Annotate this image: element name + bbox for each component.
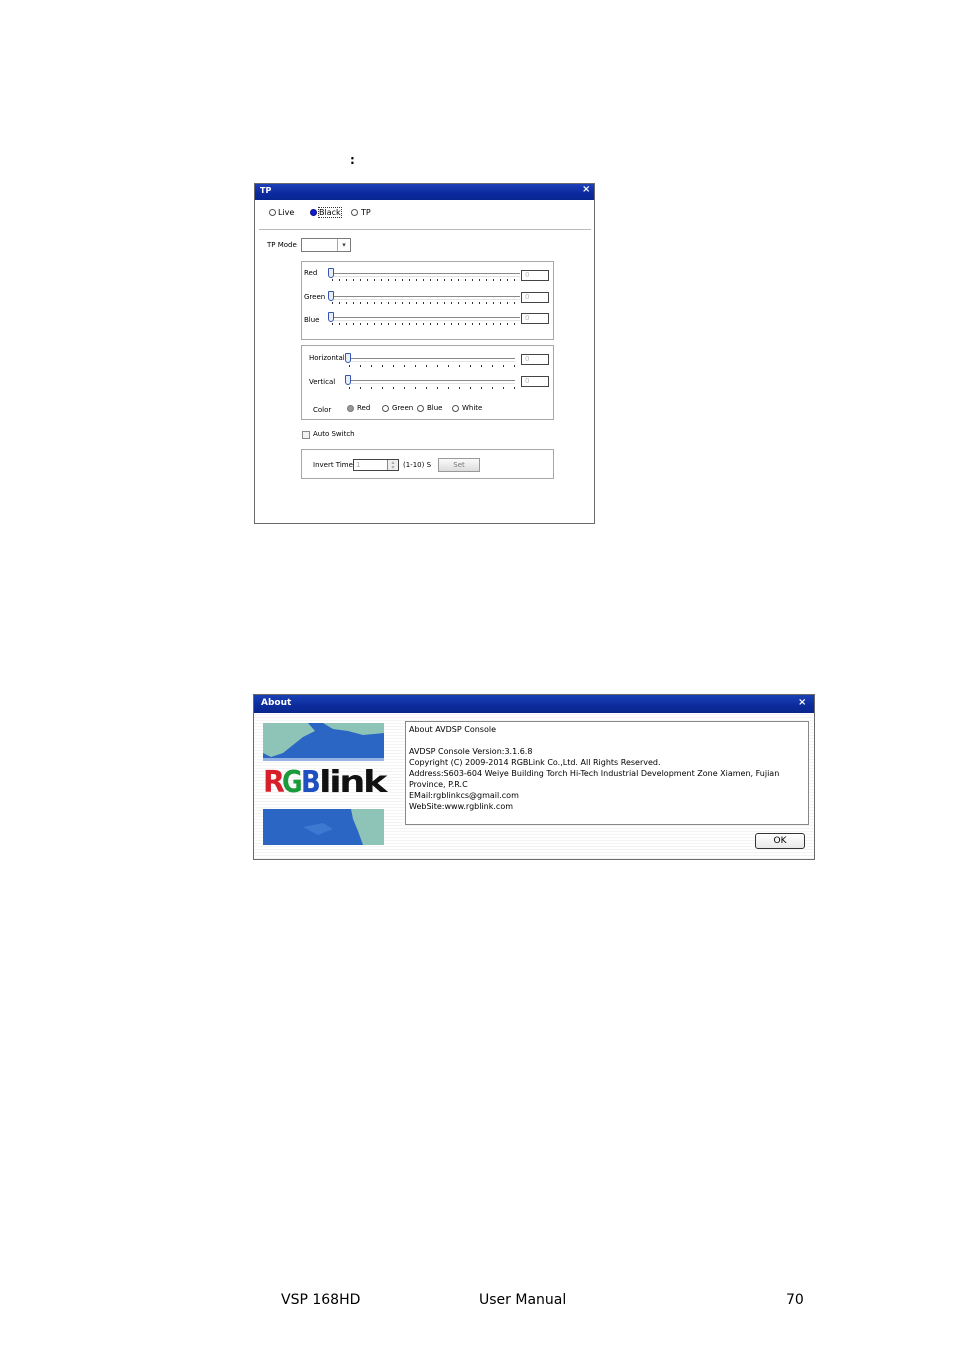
red-slider-track [330, 273, 520, 277]
color-label: Color [313, 406, 332, 414]
blue-value[interactable]: 0 [521, 313, 549, 324]
color-radio-red[interactable] [347, 405, 354, 412]
blue-slider-thumb[interactable] [328, 312, 334, 322]
color-radio-white[interactable] [452, 405, 459, 412]
green-label: Green [304, 293, 326, 301]
about-line: Province, P.R.C [409, 780, 468, 789]
world-map-top-image [263, 723, 384, 761]
about-line: WebSite:www.rgblink.com [409, 802, 514, 811]
about-line: AVDSP Console Version:3.1.6.8 [409, 747, 533, 756]
tp-mode-select[interactable]: ▾ [301, 238, 351, 252]
red-slider-ticks [332, 279, 520, 281]
about-line: Address:S603-604 Weiye Building Torch Hi… [409, 769, 780, 778]
intro-colon: : [350, 153, 355, 167]
tp-dialog: TP × Live Black TP TP Mode ▾ Red 0 Green… [254, 183, 595, 524]
blue-label: Blue [304, 316, 320, 324]
green-slider-thumb[interactable] [328, 291, 334, 301]
green-slider-track [330, 296, 520, 300]
about-body: R G B link About AVDSP Console AVDSP Con… [254, 713, 814, 859]
red-label: Red [304, 269, 318, 277]
about-title: About [261, 698, 292, 708]
horizontal-slider-track [347, 358, 515, 362]
about-info-textbox[interactable]: About AVDSP Console AVDSP Console Versio… [405, 721, 809, 825]
radio-black-label: Black [318, 207, 342, 218]
auto-switch-label: Auto Switch [313, 430, 355, 438]
color-red-label: Red [357, 404, 371, 412]
about-titlebar: About × [254, 695, 814, 713]
ok-button[interactable]: OK [755, 833, 805, 849]
chevron-down-icon[interactable]: ▾ [337, 239, 350, 251]
position-group: Horizontal 0 Vertical 0 Color Red Green … [301, 345, 554, 420]
set-button[interactable]: Set [438, 458, 480, 472]
invert-range-label: (1-10) S [403, 461, 432, 469]
blue-slider-ticks [332, 323, 520, 325]
color-radio-green[interactable] [382, 405, 389, 412]
horizontal-slider-thumb[interactable] [345, 353, 351, 363]
radio-tp[interactable] [351, 209, 358, 216]
world-map-bottom-image [263, 809, 384, 845]
color-blue-label: Blue [427, 404, 443, 412]
color-radio-blue[interactable] [417, 405, 424, 412]
auto-switch-checkbox[interactable] [302, 431, 310, 439]
radio-live-label: Live [278, 208, 295, 217]
invert-group: Invert Time 1 ▴ ▾ (1-10) S Set [301, 449, 554, 479]
footer-page-number: 70 [786, 1292, 804, 1308]
svg-text:B: B [301, 767, 319, 797]
green-value[interactable]: 0 [521, 292, 549, 303]
horizontal-label: Horizontal [309, 354, 345, 362]
vertical-slider-track [347, 380, 515, 384]
vertical-label: Vertical [309, 378, 336, 386]
svg-text:G: G [282, 767, 301, 797]
about-dialog: About × R G B link About AVDSP Console A… [253, 694, 815, 860]
radio-live[interactable] [269, 209, 276, 216]
spin-arrows-icon[interactable]: ▴ ▾ [387, 460, 398, 471]
tp-mode-label: TP Mode [267, 241, 297, 249]
svg-text:link: link [319, 767, 388, 797]
vertical-slider-thumb[interactable] [345, 375, 351, 385]
blue-slider-track [330, 317, 520, 321]
close-icon[interactable]: × [798, 697, 806, 708]
about-line: About AVDSP Console [409, 725, 496, 734]
horizontal-value[interactable]: 0 [521, 354, 549, 365]
about-line: Copyright (C) 2009-2014 RGBLink Co.,Ltd.… [409, 758, 661, 767]
about-line [409, 735, 805, 746]
color-green-label: Green [392, 404, 414, 412]
horizontal-slider-ticks [349, 365, 515, 367]
footer-doc-title: User Manual [479, 1292, 567, 1308]
close-icon[interactable]: × [582, 184, 590, 195]
red-value[interactable]: 0 [521, 270, 549, 281]
radio-tp-label: TP [361, 208, 371, 217]
tp-title: TP [260, 186, 272, 195]
divider [259, 229, 591, 230]
invert-time-label: Invert Time [313, 461, 353, 469]
tp-titlebar: TP × [255, 184, 594, 200]
green-slider-ticks [332, 302, 520, 304]
footer-product: VSP 168HD [281, 1292, 361, 1308]
rgblink-logo: R G B link [263, 765, 391, 803]
color-white-label: White [462, 404, 483, 412]
invert-time-stepper[interactable]: 1 ▴ ▾ [353, 459, 399, 471]
red-slider-thumb[interactable] [328, 268, 334, 278]
rgb-group: Red 0 Green 0 Blue 0 [301, 261, 554, 340]
radio-black[interactable] [310, 209, 317, 216]
about-line: EMail:rgblinkcs@gmail.com [409, 791, 519, 800]
vertical-slider-ticks [349, 387, 515, 389]
vertical-value[interactable]: 0 [521, 376, 549, 387]
invert-time-value: 1 [356, 461, 361, 469]
